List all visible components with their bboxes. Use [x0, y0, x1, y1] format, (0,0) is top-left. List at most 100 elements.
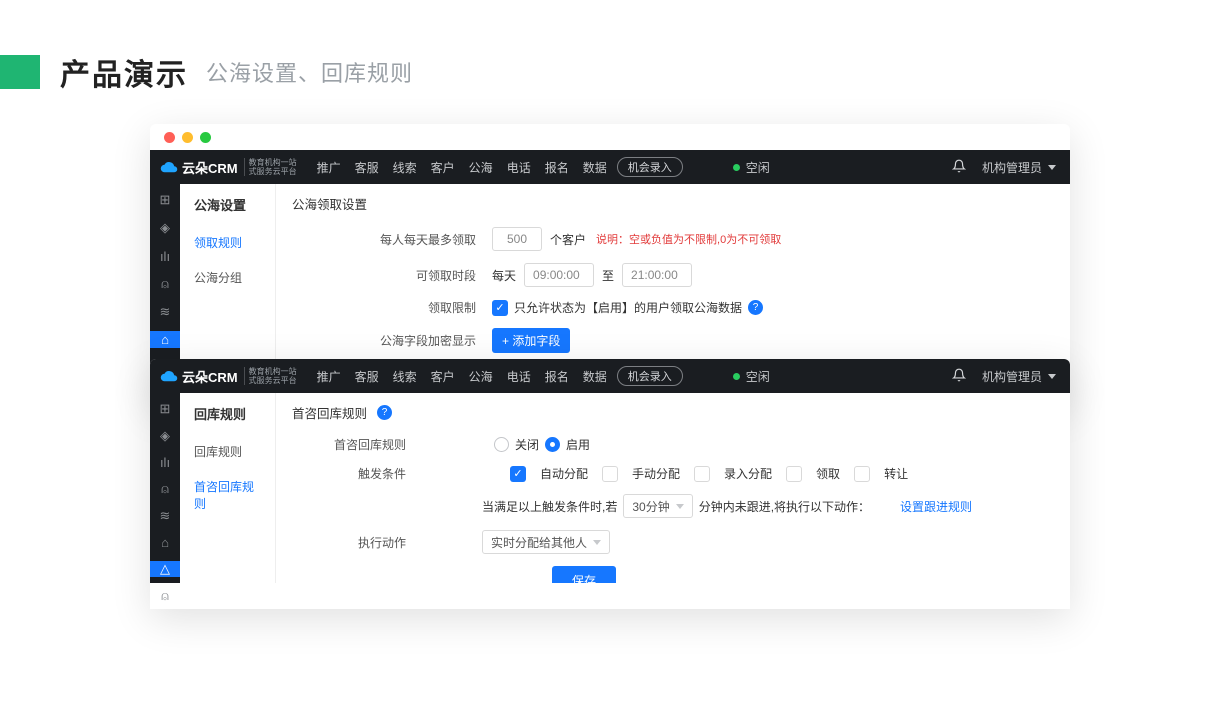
- rail-stats-icon[interactable]: ılı: [150, 455, 180, 470]
- main-nav: 推广 客服 线索 客户 公海 电话 报名 数据: [317, 159, 607, 176]
- cloud-icon: [160, 158, 178, 176]
- add-field-button[interactable]: + 添加字段: [492, 328, 570, 353]
- subnav-pool-groups[interactable]: 公海分组: [180, 260, 275, 295]
- title-main: 产品演示: [60, 50, 188, 94]
- checkbox-enabled-only[interactable]: ✓: [492, 300, 508, 316]
- rail-dashboard-icon[interactable]: ⊞: [150, 192, 180, 209]
- rail-shield-icon[interactable]: ◈: [150, 428, 180, 444]
- chevron-down-icon: [676, 504, 684, 509]
- nav-data[interactable]: 数据: [583, 159, 607, 176]
- presence-status[interactable]: 空闲: [733, 159, 770, 176]
- row-condition-line: 当满足以上触发条件时,若 30分钟 分钟内未跟进,将执行以下动作： 设置跟进规则: [292, 494, 1054, 518]
- nav-support[interactable]: 客服: [355, 159, 379, 176]
- nav-data[interactable]: 数据: [583, 368, 607, 385]
- user-menu[interactable]: 机构管理员: [982, 368, 1056, 385]
- nav-customers[interactable]: 客户: [431, 159, 455, 176]
- cond-text-a: 当满足以上触发条件时,若: [482, 498, 617, 515]
- label-action: 执行动作: [292, 534, 422, 551]
- notification-bell-icon[interactable]: [952, 159, 966, 176]
- input-time-to[interactable]: 21:00:00: [622, 263, 692, 287]
- nav-promote[interactable]: 推广: [317, 368, 341, 385]
- label-trigger: 触发条件: [292, 465, 422, 482]
- input-time-from[interactable]: 09:00:00: [524, 263, 594, 287]
- rail-layers-icon[interactable]: ≋: [150, 304, 180, 321]
- mac-min-icon[interactable]: [182, 132, 193, 143]
- chk-transfer[interactable]: ✓: [854, 466, 870, 482]
- nav-promote[interactable]: 推广: [317, 159, 341, 176]
- opt-claim: 领取: [816, 465, 840, 482]
- notification-bell-icon[interactable]: [952, 368, 966, 385]
- select-minutes[interactable]: 30分钟: [623, 494, 692, 518]
- section-title: 公海领取设置: [292, 194, 1054, 213]
- row-encrypt-fields: 公海字段加密显示 + 添加字段: [292, 328, 1054, 353]
- save-button[interactable]: 保存: [552, 566, 616, 583]
- nav-leads[interactable]: 线索: [393, 368, 417, 385]
- radio-off[interactable]: [494, 437, 509, 452]
- section-title-text: 首咨回库规则: [292, 403, 367, 422]
- presence-label: 空闲: [746, 159, 770, 176]
- nav-phone[interactable]: 电话: [507, 368, 531, 385]
- presence-status[interactable]: 空闲: [733, 368, 770, 385]
- nav-publicpool[interactable]: 公海: [469, 368, 493, 385]
- brand-tagline: 教育机构一站式服务云平台: [244, 367, 297, 385]
- brand-logo[interactable]: 云朵CRM 教育机构一站式服务云平台: [150, 158, 303, 177]
- subnav-claim-rules[interactable]: 领取规则: [180, 225, 275, 260]
- mac-max-icon[interactable]: [200, 132, 211, 143]
- rail-person-icon[interactable]: ⍝: [150, 276, 180, 293]
- help-icon[interactable]: ?: [748, 300, 763, 315]
- row-daily-max: 每人每天最多领取 500 个客户 说明：空或负值为不限制,0为不可领取: [292, 227, 1054, 251]
- chk-input-assign[interactable]: ✓: [694, 466, 710, 482]
- brand-name: 云朵CRM: [182, 158, 238, 177]
- radio-on-label: 启用: [566, 436, 590, 453]
- rail-person-icon[interactable]: ⍝: [150, 481, 180, 497]
- chk-claim[interactable]: ✓: [786, 466, 802, 482]
- help-icon[interactable]: ?: [377, 405, 392, 420]
- subnav-first-consult-rules[interactable]: 首咨回库规则: [180, 469, 275, 521]
- input-daily-max[interactable]: 500: [492, 227, 542, 251]
- presence-dot-icon: [733, 373, 740, 380]
- user-menu[interactable]: 机构管理员: [982, 159, 1056, 176]
- suffix-daily-max: 个客户: [550, 231, 586, 248]
- nav-leads[interactable]: 线索: [393, 159, 417, 176]
- presence-dot-icon: [733, 164, 740, 171]
- nav-phone[interactable]: 电话: [507, 159, 531, 176]
- record-opportunity-button[interactable]: 机会录入: [617, 366, 683, 386]
- rail-layers-icon[interactable]: ≋: [150, 508, 180, 524]
- label-daily: 每天: [492, 267, 516, 284]
- row-time-range: 可领取时段 每天 09:00:00 至 21:00:00: [292, 263, 1054, 287]
- mac-close-icon[interactable]: [164, 132, 175, 143]
- rail-dashboard-icon[interactable]: ⊞: [150, 401, 180, 417]
- nav-customers[interactable]: 客户: [431, 368, 455, 385]
- chevron-down-icon: [1048, 165, 1056, 170]
- nav-publicpool[interactable]: 公海: [469, 159, 493, 176]
- chk-manual-assign[interactable]: ✓: [602, 466, 618, 482]
- row-trigger: 触发条件 ✓自动分配 ✓手动分配 ✓录入分配 ✓领取 ✓转让: [292, 465, 1054, 482]
- rail-user2-icon[interactable]: ⍝: [150, 588, 180, 604]
- link-set-followup-rule[interactable]: 设置跟进规则: [900, 498, 972, 515]
- chk-auto-assign[interactable]: ✓: [510, 466, 526, 482]
- cloud-icon: [160, 367, 178, 385]
- subnav-title: 回库规则: [180, 393, 275, 434]
- nav-signup[interactable]: 报名: [545, 159, 569, 176]
- label-encrypt-fields: 公海字段加密显示: [292, 332, 492, 349]
- brand-logo[interactable]: 云朵CRM 教育机构一站式服务云平台: [150, 367, 303, 386]
- nav-support[interactable]: 客服: [355, 368, 379, 385]
- select-action[interactable]: 实时分配给其他人: [482, 530, 610, 554]
- sub-nav: 回库规则 回库规则 首咨回库规则: [180, 393, 276, 583]
- content-pane: 首咨回库规则 ? 首咨回库规则 关闭 启用 触发条件 ✓自动分配 ✓手动分配: [276, 393, 1070, 583]
- rail-home-icon[interactable]: ⌂: [150, 331, 180, 348]
- text-enabled-only: 只允许状态为【启用】的用户领取公海数据: [514, 299, 742, 316]
- rail-recycle-icon[interactable]: △: [150, 561, 180, 577]
- nav-signup[interactable]: 报名: [545, 368, 569, 385]
- rail-shield-icon[interactable]: ◈: [150, 220, 180, 237]
- note-daily-max: 说明：空或负值为不限制,0为不可领取: [596, 231, 781, 247]
- label-time-range: 可领取时段: [292, 267, 492, 284]
- record-opportunity-button[interactable]: 机会录入: [617, 157, 683, 177]
- radio-on[interactable]: [545, 437, 560, 452]
- rail-stats-icon[interactable]: ılı: [150, 248, 180, 265]
- subnav-return-rules[interactable]: 回库规则: [180, 434, 275, 469]
- title-accent: [0, 55, 40, 89]
- section-title: 首咨回库规则 ?: [292, 403, 1054, 422]
- rail-home-icon[interactable]: ⌂: [150, 535, 180, 550]
- app-header: 云朵CRM 教育机构一站式服务云平台 推广 客服 线索 客户 公海 电话 报名 …: [150, 359, 1070, 393]
